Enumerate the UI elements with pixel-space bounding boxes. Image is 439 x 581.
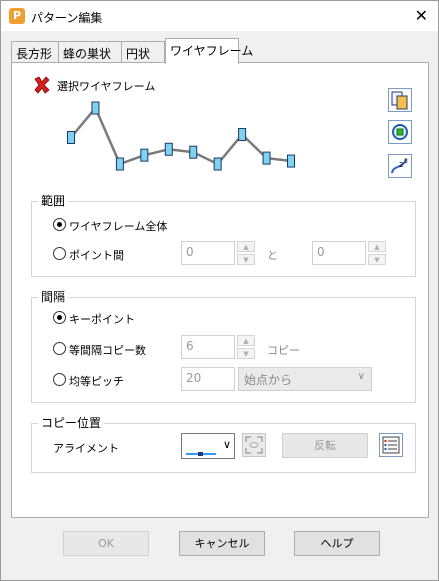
curve-points-button[interactable]: 2 3 <box>388 154 412 178</box>
chevron-down-icon: ∨ <box>357 371 365 382</box>
alignment-label: アライメント <box>53 442 119 455</box>
close-icon[interactable]: ✕ <box>415 6 428 25</box>
list-settings-icon <box>382 436 400 454</box>
spacing-group-title: 間隔 <box>38 288 69 305</box>
svg-text:2: 2 <box>399 161 403 169</box>
cancel-button[interactable]: キャンセル <box>179 531 265 556</box>
wire-node-1 <box>91 101 100 115</box>
wire-node-4 <box>164 142 173 156</box>
list-settings-button[interactable] <box>379 433 403 457</box>
flip-button[interactable]: 反転 <box>282 433 368 458</box>
tab-circular[interactable]: 円状 <box>121 41 165 63</box>
copy-position-group-title: コピー位置 <box>38 414 105 431</box>
copy-pages-button[interactable] <box>388 88 412 112</box>
wire-node-7 <box>238 128 247 142</box>
spin-down-icon[interactable]: ▼ <box>237 348 255 359</box>
ok-button[interactable]: OK <box>63 531 149 556</box>
spacing-copies-radio[interactable] <box>53 342 66 355</box>
target-circle-button[interactable] <box>388 120 412 144</box>
pitch-origin-value: 始点から <box>244 373 293 387</box>
tab-wireframe[interactable]: ワイヤフレーム <box>165 38 253 64</box>
spacing-keypoints-label: キーポイント <box>69 313 135 326</box>
help-button[interactable]: ヘルプ <box>294 531 380 556</box>
wire-node-9 <box>287 154 295 168</box>
spin-up-icon[interactable]: ▲ <box>237 241 255 252</box>
selection-label: 選択ワイヤフレーム <box>57 80 156 93</box>
copies-input[interactable]: 6 <box>181 335 235 359</box>
red-x-icon[interactable] <box>33 76 51 94</box>
range-from-input[interactable]: 0 <box>181 241 235 265</box>
copy-pages-icon <box>391 91 408 110</box>
range-whole-label: ワイヤフレーム全体 <box>69 220 168 233</box>
tab-honeycomb[interactable]: 蜂の巣状 <box>58 41 122 63</box>
copies-spinner[interactable]: ▲ ▼ <box>237 335 255 359</box>
target-circle-icon <box>392 124 408 140</box>
spin-up-icon[interactable]: ▲ <box>237 335 255 346</box>
range-points-radio[interactable] <box>53 247 66 260</box>
svg-text:3: 3 <box>404 158 408 165</box>
wire-node-2 <box>115 157 124 171</box>
expand-icon <box>245 436 263 454</box>
pattern-edit-dialog: P パターン編集 ✕ 長方形 蜂の巣状 円状 ワイヤフレーム 選択ワイヤフレーム <box>0 0 439 581</box>
wire-node-5 <box>189 145 198 159</box>
range-to-spinner[interactable]: ▲ ▼ <box>368 241 386 265</box>
wire-node-3 <box>140 148 149 162</box>
window-title: パターン編集 <box>31 11 103 25</box>
copies-unit-label: コピー <box>267 344 300 357</box>
wire-node-8 <box>262 151 271 165</box>
range-to-input[interactable]: 0 <box>312 241 366 265</box>
pitch-input[interactable]: 20 <box>181 367 235 391</box>
range-from-spinner[interactable]: ▲ ▼ <box>237 241 255 265</box>
spin-down-icon[interactable]: ▼ <box>368 254 386 265</box>
spin-up-icon[interactable]: ▲ <box>368 241 386 252</box>
alignment-preview-marker <box>198 452 203 456</box>
wireframe-preview <box>67 101 295 171</box>
pitch-origin-select[interactable]: 始点から ∨ <box>238 367 372 391</box>
range-group <box>31 201 416 277</box>
spacing-pitch-radio[interactable] <box>53 373 66 386</box>
range-group-title: 範囲 <box>38 192 69 209</box>
chevron-down-icon: ∨ <box>222 438 231 451</box>
spacing-pitch-label: 均等ピッチ <box>69 375 124 388</box>
curve-points-icon: 2 3 <box>391 158 408 174</box>
spacing-keypoints-radio[interactable] <box>53 311 66 324</box>
tab-rectangle[interactable]: 長方形 <box>11 41 59 63</box>
alignment-select[interactable]: ∨ <box>181 433 235 459</box>
wire-node-6 <box>213 157 222 171</box>
app-icon: P <box>9 8 25 24</box>
spacing-copies-label: 等間隔コピー数 <box>69 344 146 357</box>
spin-down-icon[interactable]: ▼ <box>237 254 255 265</box>
title-bar: P パターン編集 ✕ <box>1 1 438 31</box>
wire-node-0 <box>67 130 75 144</box>
range-whole-radio[interactable] <box>53 218 66 231</box>
range-points-label: ポイント間 <box>69 249 124 262</box>
expand-button[interactable] <box>242 433 266 457</box>
range-to-label: と <box>267 249 278 262</box>
